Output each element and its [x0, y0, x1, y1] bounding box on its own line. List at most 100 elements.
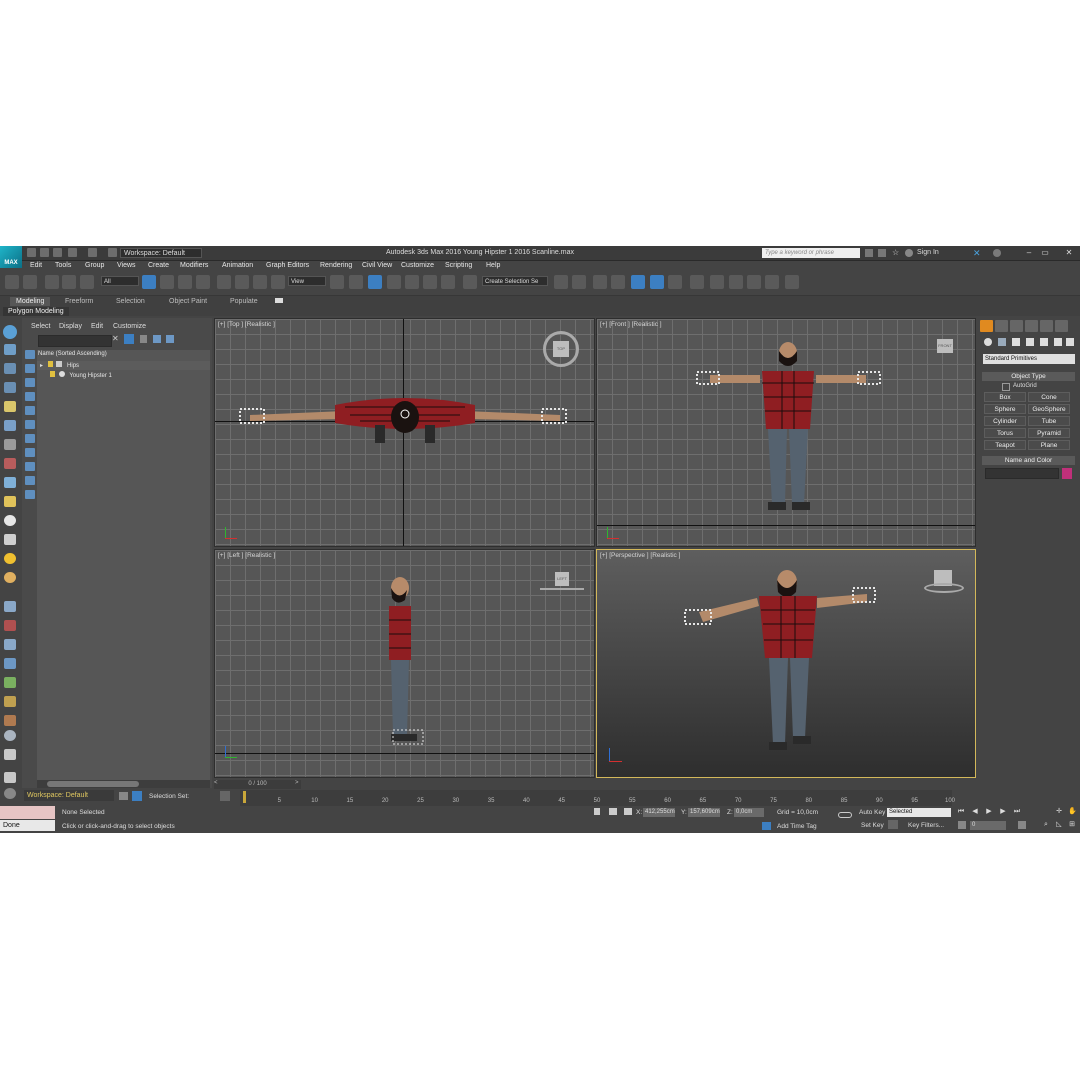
window-crossing-icon[interactable] [196, 275, 210, 289]
workspace-dropdown[interactable]: Workspace: Default [120, 248, 202, 258]
exchange-icon[interactable]: ✕ [973, 248, 981, 259]
current-frame-field[interactable]: 0 [970, 821, 1006, 830]
box-button[interactable]: Box [984, 392, 1026, 402]
viewport-label-front[interactable]: [+] [Front ] [Realistic ] [600, 321, 662, 328]
viewport-left[interactable]: [+] [Left ] [Realistic ] LEFT [214, 549, 595, 778]
box-shape-icon[interactable] [4, 496, 16, 507]
scene-explorer-menu-customize[interactable]: Customize [113, 323, 146, 330]
sign-in-link[interactable]: Sign In [917, 249, 939, 256]
key-filters-button[interactable]: Key Filters... [908, 822, 944, 829]
spacewarps-filter-icon[interactable] [25, 434, 35, 443]
scene-explorer-menu-select[interactable]: Select [31, 323, 50, 330]
expand-arrow-icon[interactable]: ▸ [40, 363, 43, 369]
torus-shape-icon[interactable] [4, 572, 16, 583]
lock-icon[interactable] [140, 335, 147, 343]
layout-icon[interactable] [4, 772, 16, 783]
help-icon[interactable] [993, 249, 1001, 257]
character-icon[interactable] [4, 715, 16, 726]
object-type-rollout[interactable]: Object Type [982, 372, 1075, 381]
minimize-button[interactable]: – [1022, 247, 1036, 259]
app-logo-icon[interactable]: MAX [0, 246, 22, 268]
mini-curve-editor-icon[interactable] [220, 791, 230, 801]
align-icon[interactable] [572, 275, 586, 289]
cameras-icon[interactable] [1026, 338, 1034, 346]
viewcube[interactable]: LEFT [555, 572, 569, 586]
named-selection-set-dropdown[interactable]: Create Selection Se [482, 276, 548, 286]
viewcube-ring[interactable] [924, 583, 964, 593]
isolate-icon[interactable] [594, 808, 600, 815]
viewport-top[interactable]: [+] [Top ] [Realistic ] TOP [214, 318, 595, 547]
animal-icon[interactable] [4, 696, 16, 707]
light-bulb-icon[interactable] [47, 361, 53, 367]
pivot-center-icon[interactable] [330, 275, 344, 289]
key-mode-dropdown[interactable]: Selected [887, 808, 951, 817]
helper-icon[interactable] [4, 439, 16, 450]
cameras-filter-icon[interactable] [25, 406, 35, 415]
project-folder-icon[interactable] [108, 248, 117, 257]
ribbon-options-icon[interactable] [275, 298, 283, 303]
angle-snap-icon[interactable] [405, 275, 419, 289]
menu-group[interactable]: Group [85, 262, 104, 269]
close-button[interactable]: ✕ [1062, 247, 1076, 259]
menu-tools[interactable]: Tools [55, 262, 71, 269]
selection-filter-dropdown[interactable]: All [101, 276, 139, 286]
viewport-label-perspective[interactable]: [+] [Perspective ] [Realistic ] [600, 552, 680, 559]
move-icon[interactable] [217, 275, 231, 289]
character-front-view[interactable] [692, 339, 892, 529]
lights-icon[interactable] [1012, 338, 1020, 346]
time-configuration-icon[interactable] [1018, 821, 1026, 829]
camera-icon[interactable] [4, 420, 16, 431]
open-file-icon[interactable] [40, 248, 49, 257]
time-tag-icon[interactable] [762, 822, 771, 830]
groups-filter-icon[interactable] [25, 448, 35, 457]
light-bulb-icon[interactable] [50, 371, 55, 377]
cone-shape-icon[interactable] [4, 534, 16, 545]
menu-help[interactable]: Help [486, 262, 500, 269]
menu-animation[interactable]: Animation [222, 262, 253, 269]
menu-edit[interactable]: Edit [30, 262, 42, 269]
previous-frame-icon[interactable]: ◀ [971, 808, 979, 816]
list-item[interactable]: Young Hipster 1 [37, 371, 210, 380]
render-iterative-icon[interactable] [765, 275, 779, 289]
geometry-filter-icon[interactable] [25, 364, 35, 373]
play-icon[interactable]: ▶ [985, 808, 993, 816]
scene-explorer-menu-display[interactable]: Display [59, 323, 82, 330]
menu-create[interactable]: Create [148, 262, 169, 269]
object-name-input[interactable] [985, 468, 1059, 479]
display-panel-tab[interactable] [1040, 320, 1053, 332]
display-all-icon[interactable] [25, 350, 35, 359]
viewcube[interactable]: TOP [553, 341, 569, 357]
new-file-icon[interactable] [27, 248, 36, 257]
sphere-shape-icon[interactable] [4, 515, 16, 526]
geometry-icon[interactable] [984, 338, 992, 346]
helpers-filter-icon[interactable] [25, 420, 35, 429]
x-coordinate-field[interactable]: 412,255cm [643, 808, 675, 817]
systems-icon[interactable] [4, 477, 16, 488]
systems-icon[interactable] [1066, 338, 1074, 346]
pan-icon[interactable]: ✋ [1068, 808, 1077, 816]
hierarchy-view-icon[interactable] [166, 335, 174, 343]
menu-customize[interactable]: Customize [401, 262, 434, 269]
character-top-view[interactable] [235, 389, 575, 469]
redo-icon[interactable] [88, 248, 97, 257]
column-header-name[interactable]: Name (Sorted Ascending) [37, 350, 211, 359]
tube-button[interactable]: Tube [1028, 416, 1070, 426]
spinner-snap-icon[interactable] [441, 275, 455, 289]
material-editor-icon[interactable] [690, 275, 704, 289]
absolute-mode-icon[interactable] [624, 808, 632, 815]
world-icon[interactable] [4, 658, 16, 669]
undo-icon[interactable] [68, 248, 77, 257]
clear-search-icon[interactable]: ✕ [112, 334, 119, 343]
modify-panel-tab[interactable] [995, 320, 1008, 332]
menu-views[interactable]: Views [117, 262, 136, 269]
render-sphere-icon[interactable] [4, 730, 16, 741]
motion-panel-tab[interactable] [1025, 320, 1038, 332]
curve-editor-icon[interactable] [650, 275, 664, 289]
create-icon[interactable] [4, 344, 16, 355]
viewport-label-top[interactable]: [+] [Top ] [Realistic ] [218, 321, 275, 328]
viewcube-ring[interactable] [540, 588, 584, 590]
sun-icon[interactable] [4, 553, 16, 564]
set-key-button[interactable]: Set Key [861, 822, 884, 829]
sync-selection-icon[interactable] [153, 335, 161, 343]
ribbon-panel-polygon-modeling[interactable]: Polygon Modeling [3, 307, 69, 316]
